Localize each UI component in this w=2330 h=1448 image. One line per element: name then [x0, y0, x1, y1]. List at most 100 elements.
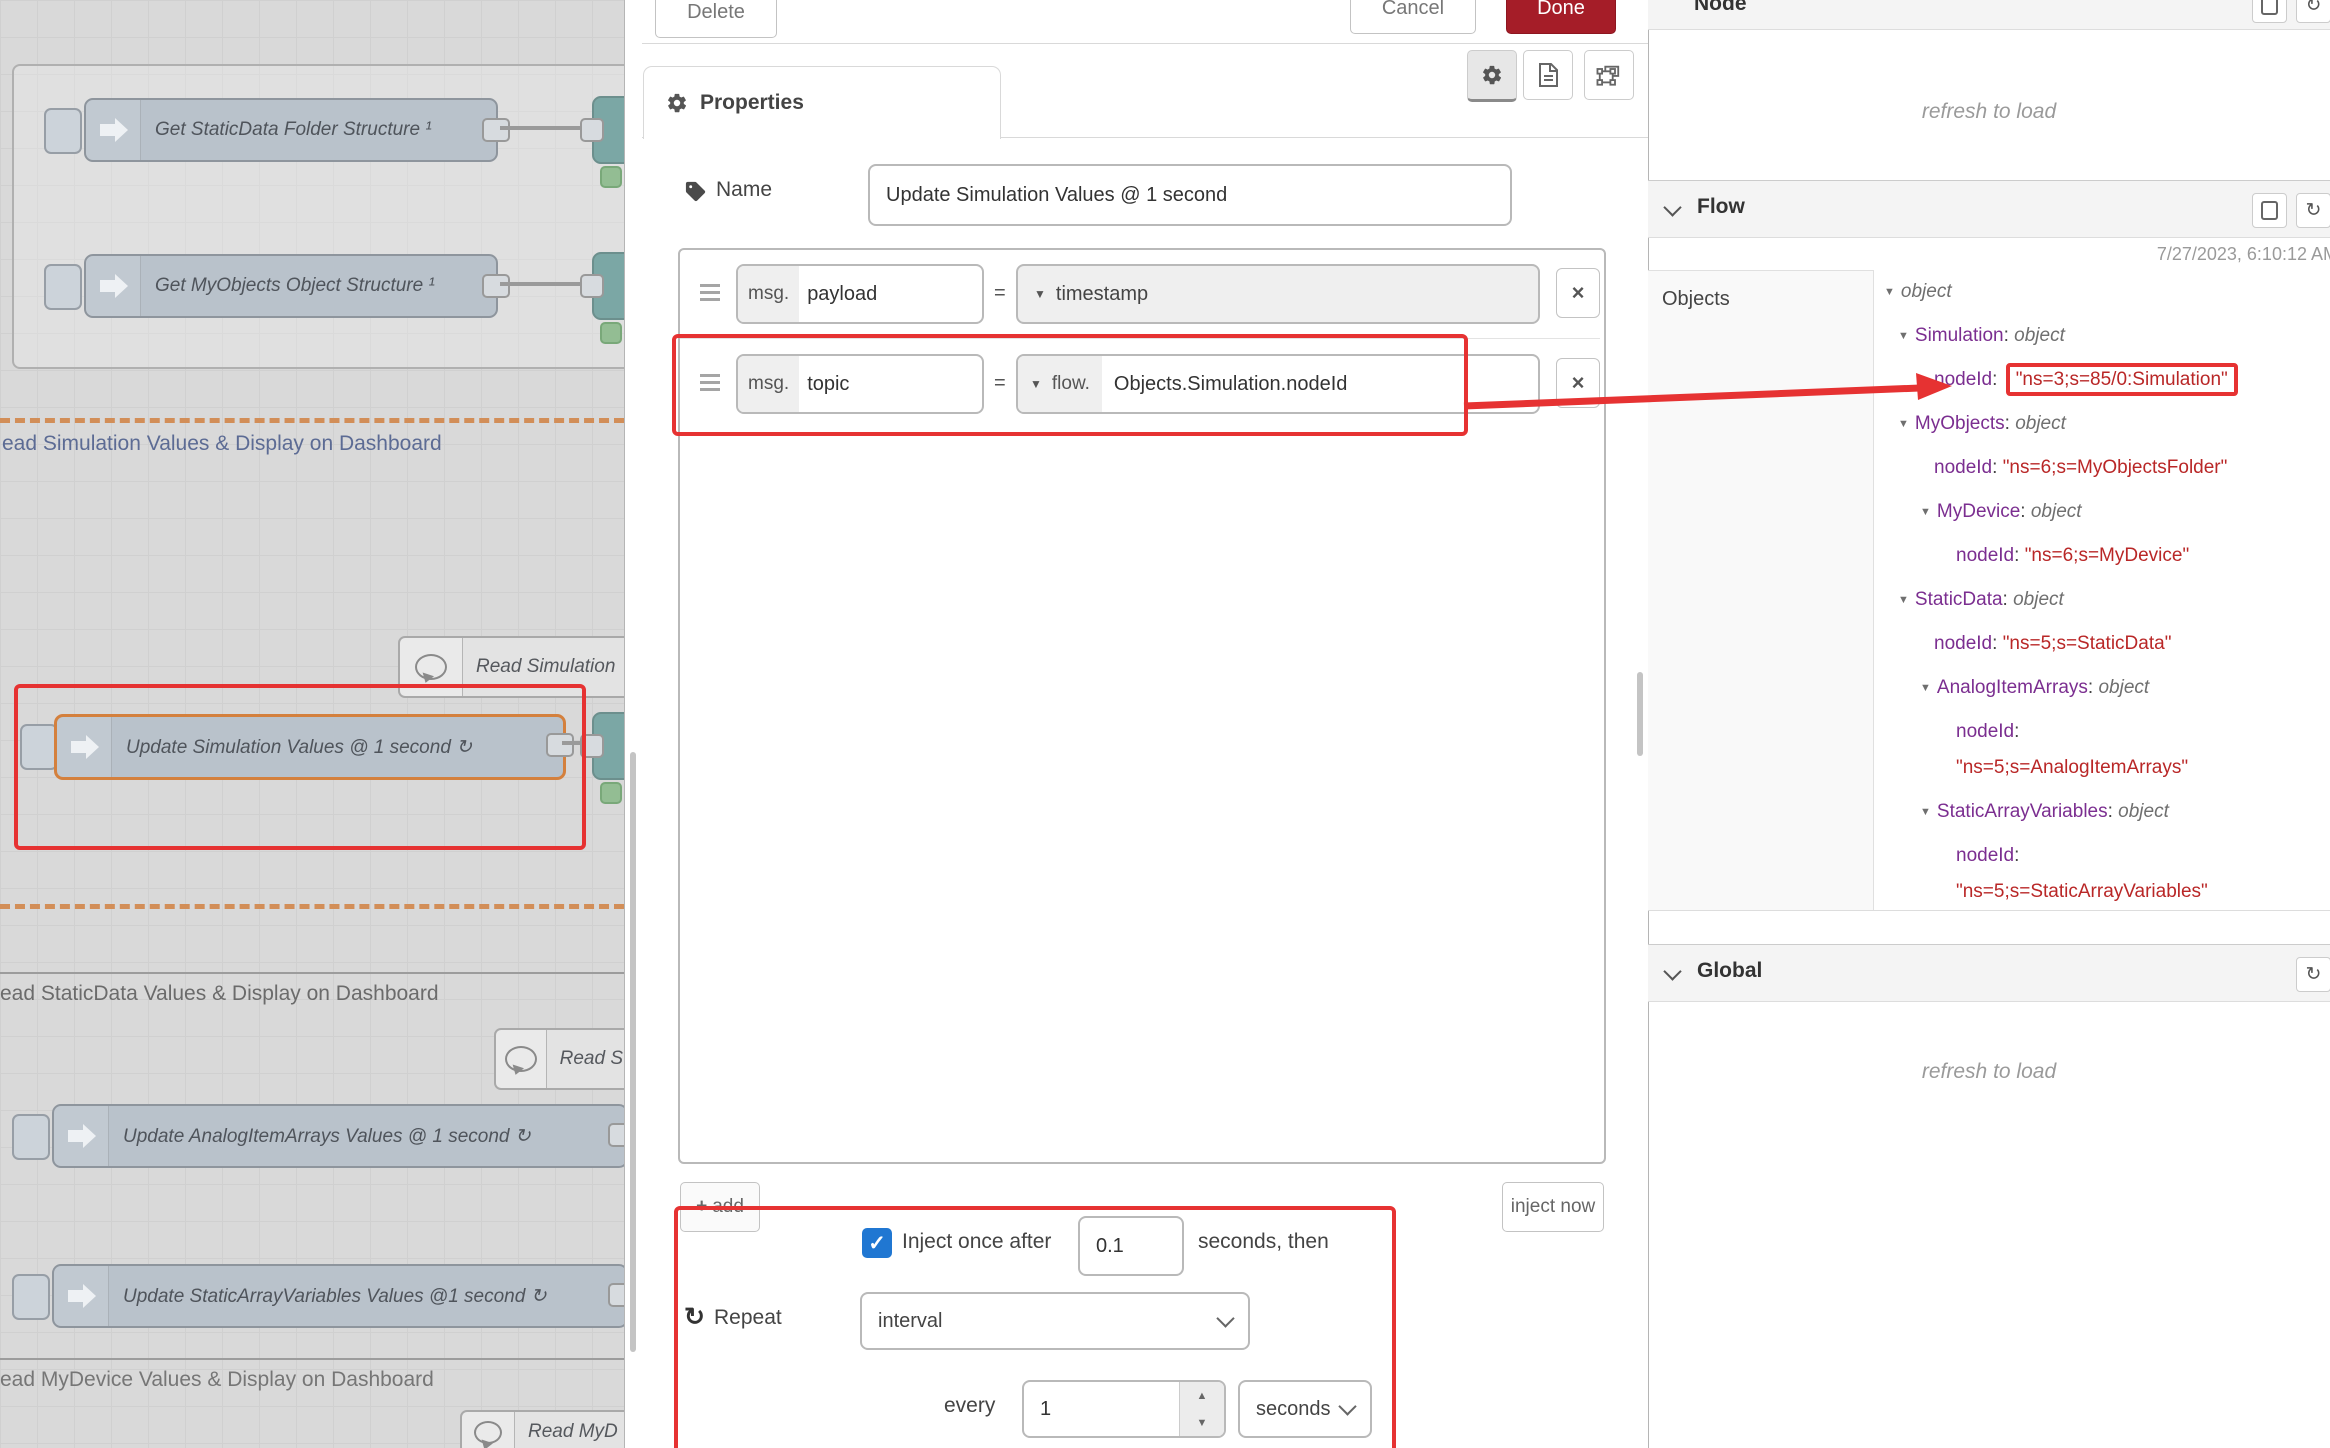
tree-value: "ns=5;s=AnalogItemArrays" [1956, 750, 2330, 786]
inject-node[interactable]: Get StaticData Folder Structure ¹ [84, 98, 498, 162]
inject-now-button[interactable]: inject now [1502, 1182, 1604, 1232]
inject-node[interactable]: Update AnalogItemArrays Values @ 1 secon… [52, 1104, 624, 1168]
inject-node[interactable]: Get MyObjects Object Structure ¹ [84, 254, 498, 318]
output-port[interactable] [482, 274, 510, 298]
remove-rule-button[interactable]: × [1556, 268, 1600, 318]
output-port[interactable] [608, 1123, 624, 1147]
tree-row[interactable]: ▼object [1884, 270, 2330, 314]
tree-row[interactable]: ▼StaticData: object [1884, 578, 2330, 622]
chevron-down-icon[interactable]: ▼ [1034, 287, 1046, 301]
drag-handle-icon[interactable] [700, 284, 720, 287]
input-port[interactable] [580, 274, 604, 298]
inject-trigger-button[interactable] [44, 264, 82, 310]
tree-row[interactable]: nodeId: "ns=6;s=MyObjectsFolder" [1884, 446, 2330, 490]
output-port[interactable] [546, 733, 574, 757]
rule-property-input[interactable]: msg. topic [736, 354, 984, 414]
expand-triangle-icon[interactable]: ▼ [1898, 330, 1909, 342]
inject-trigger-button[interactable] [12, 1274, 50, 1320]
every-value-input[interactable]: 1 ▲ ▼ [1022, 1380, 1226, 1438]
properties-tab-button[interactable] [1467, 50, 1517, 102]
tree-row[interactable]: ▼MyObjects: object [1884, 402, 2330, 446]
tree-colon: : [2014, 545, 2025, 566]
tree-row[interactable]: nodeId: "ns=5;s=AnalogItemArrays" [1884, 710, 2330, 790]
chevron-down-icon[interactable] [1663, 198, 1681, 216]
every-unit-select[interactable]: seconds [1238, 1380, 1372, 1438]
inject-node[interactable]: Update StaticArrayVariables Values @1 se… [52, 1264, 624, 1328]
typed-input-flow[interactable]: ▼flow. Objects.Simulation.nodeId [1016, 354, 1540, 414]
spinner-down-icon[interactable]: ▼ [1180, 1409, 1224, 1436]
inject-icon [54, 1266, 109, 1326]
refresh-icon: ↻ [2306, 0, 2322, 17]
expand-triangle-icon[interactable]: ▼ [1920, 806, 1931, 818]
collapse-section-button[interactable] [2252, 193, 2287, 228]
inject-node-selected[interactable]: Update Simulation Values @ 1 second ↻ [54, 714, 566, 780]
gear-icon [666, 92, 688, 114]
description-tab-button[interactable] [1523, 50, 1573, 100]
tree-key: nodeId [1956, 845, 2014, 866]
tab-properties[interactable]: Properties [643, 66, 1001, 139]
chevron-down-icon[interactable]: ▼ [1030, 377, 1042, 391]
tree-colon: : [2020, 501, 2031, 522]
equals-sign: = [994, 372, 1006, 395]
tray-scrollbar-thumb[interactable] [1637, 672, 1643, 756]
refresh-icon: ↻ [2306, 963, 2322, 986]
tree-colon: : [2014, 721, 2019, 742]
appearance-tab-button[interactable] [1584, 50, 1634, 100]
tree-row[interactable]: nodeId: "ns=5;s=StaticData" [1884, 622, 2330, 666]
repeat-select[interactable]: interval [860, 1292, 1250, 1350]
input-port[interactable] [580, 118, 604, 142]
global-section-header[interactable]: Global ↻ [1648, 944, 2330, 1002]
inject-once-delay-input[interactable]: 0.1 [1078, 1216, 1184, 1276]
expand-triangle-icon[interactable]: ▼ [1920, 682, 1931, 694]
rule-property-input[interactable]: msg. payload [736, 264, 984, 324]
tree-key: nodeId [1956, 545, 2014, 566]
typed-input-timestamp[interactable]: ▼ timestamp [1016, 264, 1540, 324]
inject-trigger-button[interactable] [20, 724, 58, 770]
comment-node[interactable]: Read S [494, 1028, 624, 1090]
flow-canvas[interactable]: Get StaticData Folder Structure ¹ Get My… [0, 0, 624, 1448]
output-port[interactable] [608, 1283, 624, 1307]
expand-icon [2261, 201, 2278, 220]
input-port[interactable] [580, 734, 604, 758]
remove-rule-button[interactable]: × [1556, 358, 1600, 408]
name-input[interactable]: Update Simulation Values @ 1 second [868, 164, 1512, 226]
inject-trigger-button[interactable] [44, 108, 82, 154]
expand-triangle-icon[interactable]: ▼ [1898, 594, 1909, 606]
spinner-up-icon[interactable]: ▲ [1180, 1382, 1224, 1409]
add-rule-button[interactable]: +add [680, 1182, 760, 1232]
tree-row[interactable]: nodeId: "ns=6;s=MyDevice" [1884, 534, 2330, 578]
refresh-button[interactable]: ↻ [2296, 0, 2330, 23]
done-button[interactable]: Done [1506, 0, 1616, 34]
tree-type: object [2014, 325, 2065, 346]
tree-row[interactable]: ▼StaticArrayVariables: object [1884, 790, 2330, 834]
expand-icon [2261, 0, 2278, 15]
tree-colon: : [2088, 677, 2099, 698]
expand-triangle-icon[interactable]: ▼ [1898, 418, 1909, 430]
comment-node[interactable]: Read Simulation [398, 636, 624, 698]
number-spinner[interactable]: ▲ ▼ [1179, 1382, 1224, 1436]
tree-row[interactable]: ▼AnalogItemArrays: object [1884, 666, 2330, 710]
canvas-scrollbar-thumb[interactable] [630, 752, 636, 1352]
flow-section-header[interactable]: Flow ↻ [1648, 180, 2330, 238]
tree-row[interactable]: nodeId: "ns=5;s=StaticArrayVariables" [1884, 834, 2330, 914]
tree-row[interactable]: nodeId: "ns=3;s=85/0:Simulation" [1884, 358, 2330, 402]
drag-handle-icon[interactable] [700, 374, 720, 377]
delete-button[interactable]: Delete [655, 0, 777, 38]
inject-once-checkbox[interactable]: ✓ [862, 1228, 892, 1258]
chevron-down-icon [1338, 1397, 1356, 1415]
tree-row[interactable]: ▼Simulation: object [1884, 314, 2330, 358]
node-section-title: Node [1694, 0, 1747, 16]
cancel-button[interactable]: Cancel [1350, 0, 1476, 34]
typed-input-type-segment[interactable]: ▼flow. [1018, 356, 1102, 412]
comment-node[interactable]: Read MyD [460, 1410, 624, 1448]
refresh-button[interactable]: ↻ [2296, 957, 2330, 992]
expand-triangle-icon[interactable]: ▼ [1920, 506, 1931, 518]
tree-row[interactable]: ▼MyDevice: object [1884, 490, 2330, 534]
chevron-down-icon[interactable] [1663, 962, 1681, 980]
expand-triangle-icon[interactable]: ▼ [1884, 286, 1895, 298]
group-label: ead StaticData Values & Display on Dashb… [0, 982, 439, 1006]
inject-trigger-button[interactable] [12, 1114, 50, 1160]
output-port[interactable] [482, 118, 510, 142]
collapse-section-button[interactable] [2252, 0, 2287, 23]
refresh-button[interactable]: ↻ [2296, 193, 2330, 228]
